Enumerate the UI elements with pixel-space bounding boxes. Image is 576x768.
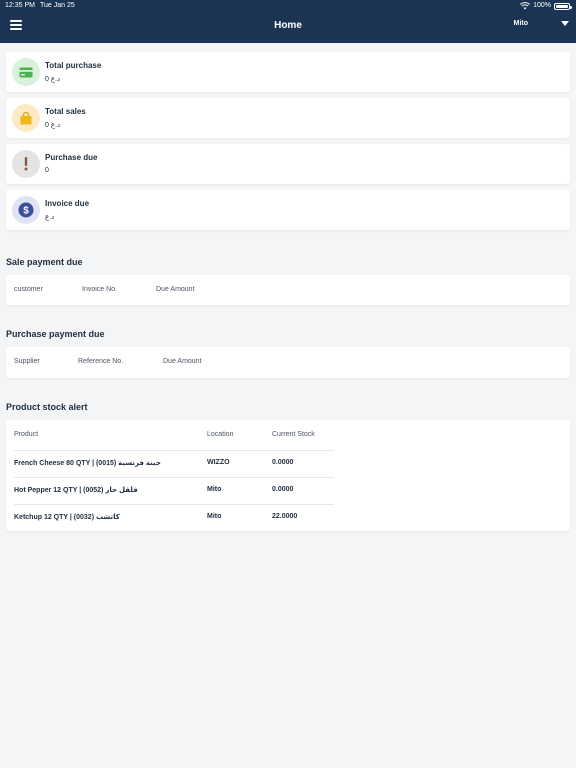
location-cell: Mito [207, 486, 222, 493]
column-header: Product [14, 431, 39, 438]
total-purchase-card: Total purchase د.ع 0 [6, 52, 570, 92]
wifi-icon [520, 2, 531, 10]
battery-percent: 100% [533, 2, 551, 9]
dollar-icon: $ [12, 196, 40, 224]
product-cell: Ketchup 12 QTY | (0032) كاتشب [14, 514, 120, 521]
total-sales-card: Total sales د.ع 0 [6, 98, 570, 138]
exclamation-icon [12, 150, 40, 178]
product-cell: French Cheese 80 QTY | (0015) جبنة فرنسي… [14, 460, 161, 467]
card-value: د.ع [45, 214, 55, 221]
product-cell: Hot Pepper 12 QTY | (0052) فلفل حار [14, 487, 138, 494]
column-header: Location [207, 431, 234, 438]
stock-alert-title: Product stock alert [6, 402, 88, 412]
row-divider [14, 450, 334, 451]
row-divider [14, 477, 334, 478]
column-header: Due Amount [163, 358, 202, 365]
app-header: 12:35 PM Tue Jan 25 100% Home Mito [0, 0, 576, 43]
status-time: 12:35 PM [5, 2, 35, 9]
card-value: 0 [45, 167, 49, 174]
card-label: Total sales [45, 107, 86, 116]
location-cell: WIZZO [207, 459, 230, 466]
page-title: Home [274, 20, 302, 31]
invoice-due-card: $ Invoice due د.ع [6, 190, 570, 230]
location-dropdown-value: Mito [513, 20, 528, 27]
location-cell: Mito [207, 513, 222, 520]
sale-payment-due-table: customer Invoice No. Due Amount [6, 275, 570, 305]
card-label: Purchase due [45, 153, 98, 162]
sale-payment-due-title: Sale payment due [6, 257, 83, 267]
card-value: د.ع 0 [45, 122, 61, 129]
svg-text:$: $ [23, 206, 29, 217]
stock-cell: 0.0000 [272, 459, 294, 466]
caret-down-icon [561, 21, 569, 26]
column-header: Due Amount [156, 286, 195, 293]
card-label: Total purchase [45, 61, 102, 70]
card-label: Invoice due [45, 199, 90, 208]
purchase-payment-due-title: Purchase payment due [6, 329, 105, 339]
column-header: customer [14, 286, 43, 293]
stock-alert-table: Product Location Current Stock French Ch… [6, 420, 570, 531]
row-divider [14, 504, 334, 505]
purchase-payment-due-table: Supplier Reference No. Due Amount [6, 347, 570, 378]
credit-card-icon [12, 58, 40, 86]
shopping-bag-icon [12, 104, 40, 132]
location-dropdown[interactable]: Mito [514, 20, 571, 27]
column-header: Invoice No. [82, 286, 118, 293]
stock-cell: 22.0000 [272, 513, 298, 520]
status-right: 100% [520, 0, 572, 12]
purchase-due-card: Purchase due 0 [6, 144, 570, 184]
column-header: Current Stock [272, 431, 315, 438]
column-header: Supplier [14, 358, 40, 365]
card-value: د.ع 0 [45, 76, 61, 83]
status-date: Tue Jan 25 [40, 2, 75, 9]
column-header: Reference No. [78, 358, 124, 365]
status-bar: 12:35 PM Tue Jan 25 100% [0, 0, 576, 12]
battery-icon [554, 2, 572, 10]
stock-cell: 0.0000 [272, 486, 294, 493]
